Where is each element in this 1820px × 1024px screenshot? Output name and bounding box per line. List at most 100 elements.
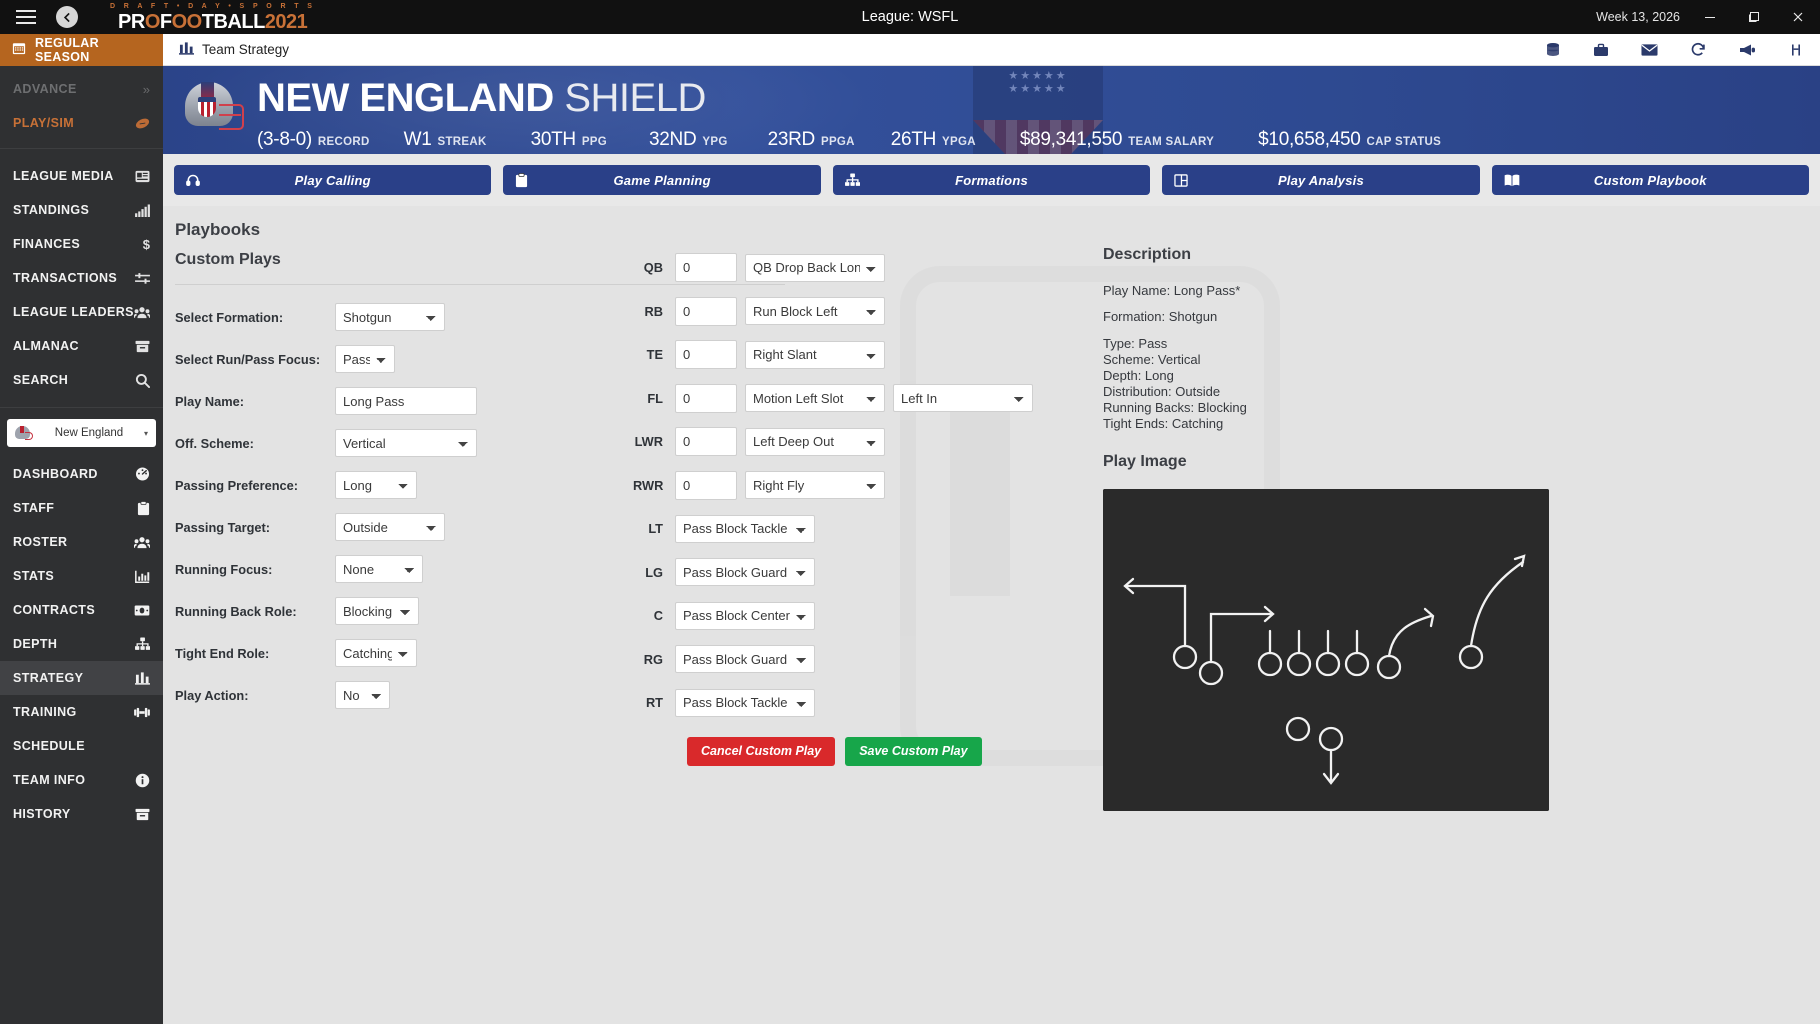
- sidebar-item-advance[interactable]: ADVANCE »: [0, 72, 163, 106]
- database-icon[interactable]: [1545, 42, 1561, 58]
- sidebar-item-label: ADVANCE: [13, 82, 77, 96]
- assignment-route-select[interactable]: Right Slant: [745, 340, 885, 369]
- assignment-row-rt: RT Pass Block Tackle: [633, 681, 1033, 725]
- play-action-select[interactable]: No: [335, 681, 390, 709]
- sidebar-item-contracts[interactable]: CONTRACTS: [0, 593, 163, 627]
- assignment-route-select[interactable]: Pass Block Guard: [675, 558, 815, 587]
- assignment-number-input[interactable]: [675, 470, 737, 500]
- save-custom-play-button[interactable]: Save Custom Play: [845, 736, 982, 766]
- logo-part-5: TBALL: [201, 10, 266, 33]
- play-image-heading: Play Image: [1103, 452, 1187, 470]
- passing-preference-select[interactable]: Long: [335, 471, 417, 499]
- assignment-number-input[interactable]: [675, 340, 737, 370]
- tab-game-planning[interactable]: Game Planning: [503, 165, 821, 195]
- whistle-icon[interactable]: [1788, 42, 1804, 58]
- tab-label: Play Analysis: [1277, 172, 1364, 188]
- briefcase-icon[interactable]: [1593, 42, 1609, 58]
- hamburger-menu-icon[interactable]: [6, 10, 46, 24]
- cancel-custom-play-button[interactable]: Cancel Custom Play: [687, 736, 836, 766]
- form-label: Play Name:: [175, 393, 244, 409]
- envelope-icon[interactable]: [1641, 43, 1658, 57]
- assignment-route-select[interactable]: Pass Block Tackle: [675, 688, 815, 717]
- sidebar-item-depth[interactable]: DEPTH: [0, 627, 163, 661]
- assignment-row-c: C Pass Block Center: [633, 594, 1033, 638]
- team-stat-ppga: 23RD PPGA: [768, 129, 855, 151]
- sidebar-item-history[interactable]: HISTORY: [0, 797, 163, 831]
- assignment-extra-select[interactable]: Left In: [893, 384, 1033, 413]
- sidebar-item-label: SCHEDULE: [13, 739, 85, 753]
- form-label: Select Formation:: [175, 309, 284, 325]
- sidebar-item-play-sim[interactable]: PLAY/SIM: [0, 106, 163, 140]
- back-button[interactable]: [56, 6, 78, 28]
- sidebar-item-stats[interactable]: STATS: [0, 559, 163, 593]
- team-helmet-icon: [15, 425, 34, 441]
- team-stat-record: (3-8-0) RECORD: [257, 129, 370, 151]
- form-control: Catching: [335, 639, 417, 667]
- megaphone-icon[interactable]: [1738, 43, 1756, 57]
- team-selector[interactable]: New England ▾: [7, 419, 156, 447]
- current-week: Week 13, 2026: [1596, 10, 1680, 24]
- assignment-row-te: TE Right Slant: [633, 333, 1033, 377]
- assignment-route-select[interactable]: Pass Block Center: [675, 601, 815, 630]
- sidebar-item-training[interactable]: TRAINING: [0, 695, 163, 729]
- tab-formations[interactable]: Formations: [832, 165, 1151, 195]
- select-formation-select[interactable]: Shotgun: [335, 303, 445, 331]
- sidebar-item-almanac[interactable]: ALMANAC: [0, 329, 163, 363]
- sidebar-item-strategy[interactable]: STRATEGY: [0, 661, 163, 695]
- sidebar-item-league-media[interactable]: LEAGUE MEDIA: [0, 159, 163, 193]
- running-focus-select[interactable]: None: [335, 555, 423, 583]
- sidebar-item-finances[interactable]: FINANCES $: [0, 227, 163, 261]
- headset-icon: [186, 173, 200, 187]
- tab-label: Play Calling: [294, 172, 371, 188]
- assignment-row-rg: RG Pass Block Guard: [633, 638, 1033, 682]
- stat-value: (3-8-0): [257, 129, 312, 150]
- refresh-icon[interactable]: [1690, 42, 1706, 58]
- select-run-pass-focus-select[interactable]: Pass: [335, 345, 395, 373]
- top-bar-icon-group: [1545, 42, 1804, 58]
- sidebar-item-label: PLAY/SIM: [13, 116, 75, 130]
- assignment-number-input[interactable]: [675, 383, 737, 413]
- assignment-route-select[interactable]: Run Block Left: [745, 297, 885, 326]
- gauge-icon: [135, 467, 150, 481]
- sidebar-item-schedule[interactable]: SCHEDULE: [0, 729, 163, 763]
- passing-target-select[interactable]: Outside: [335, 513, 445, 541]
- sidebar-item-dashboard[interactable]: DASHBOARD: [0, 457, 163, 491]
- sidebar-item-transactions[interactable]: TRANSACTIONS: [0, 261, 163, 295]
- assignment-number-input[interactable]: [675, 253, 737, 283]
- assignment-number-input[interactable]: [675, 296, 737, 326]
- sidebar-item-search[interactable]: SEARCH: [0, 363, 163, 397]
- stat-label: CAP STATUS: [1366, 136, 1442, 148]
- assignment-route-select[interactable]: Left Deep Out: [745, 427, 885, 456]
- tight-end-role-select[interactable]: Catching: [335, 639, 417, 667]
- assignment-route-select[interactable]: QB Drop Back Long: [745, 253, 885, 282]
- panel-icon: [1174, 173, 1188, 187]
- assignment-route-select[interactable]: Pass Block Guard: [675, 645, 815, 674]
- sidebar-item-staff[interactable]: STAFF: [0, 491, 163, 525]
- assignment-route-select[interactable]: Pass Block Tackle: [675, 514, 815, 543]
- close-button[interactable]: [1776, 0, 1820, 34]
- tab-play-analysis[interactable]: Play Analysis: [1162, 165, 1480, 195]
- minimize-button[interactable]: [1688, 0, 1732, 34]
- sidebar-item-team-info[interactable]: TEAM INFO: [0, 763, 163, 797]
- position-label: FL: [647, 390, 663, 406]
- assignment-route-select[interactable]: Right Fly: [745, 471, 885, 500]
- assignment-route-select[interactable]: Motion Left Slot: [745, 384, 885, 413]
- form-label: Select Run/Pass Focus:: [175, 351, 321, 367]
- tab-custom-playbook[interactable]: Custom Playbook: [1491, 165, 1810, 195]
- sidebar-top-group: ADVANCE » PLAY/SIM: [0, 66, 163, 149]
- off-scheme-select[interactable]: Vertical: [335, 429, 477, 457]
- sidebar-item-roster[interactable]: ROSTER: [0, 525, 163, 559]
- running-back-role-select[interactable]: Blocking: [335, 597, 419, 625]
- maximize-button[interactable]: [1732, 0, 1776, 34]
- assignment-number-input[interactable]: [675, 427, 737, 457]
- sidebar-item-standings[interactable]: STANDINGS: [0, 193, 163, 227]
- position-label: RG: [643, 651, 663, 667]
- season-label: REGULAR SEASON: [35, 36, 99, 64]
- tab-play-calling[interactable]: Play Calling: [174, 165, 492, 195]
- sidebar-item-label: LEAGUE LEADERS: [13, 305, 134, 319]
- play-name-input[interactable]: [335, 387, 477, 415]
- team-banner: ★★★★★ ★★★★★ NEW ENGLAND SHIELD (3-8-0) RE…: [163, 66, 1820, 154]
- sidebar-item-league-leaders[interactable]: LEAGUE LEADERS: [0, 295, 163, 329]
- team-selector-value: New England: [54, 427, 124, 439]
- form-action-buttons: Cancel Custom Play Save Custom Play: [633, 736, 1033, 766]
